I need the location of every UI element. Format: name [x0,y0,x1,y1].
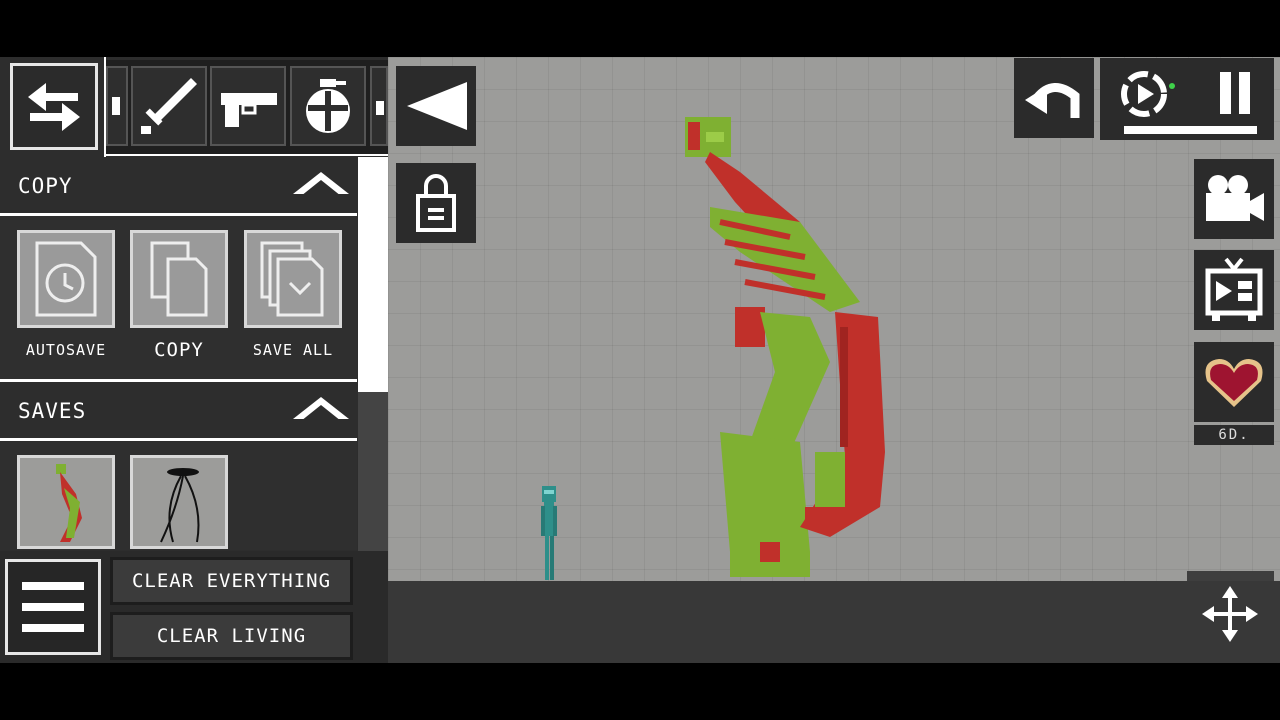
camera-button[interactable] [1194,159,1274,239]
ground [388,581,1280,663]
scrollbar-thumb[interactable] [358,157,388,392]
health-button[interactable] [1194,342,1274,422]
menu-button[interactable] [5,559,101,655]
tv-button[interactable] [1194,250,1274,330]
copy-label: COPY [154,339,204,361]
sword-icon [141,78,197,134]
collapse-panel-button[interactable] [396,66,476,146]
chevron-up-icon[interactable] [293,397,349,421]
stacked-download-icon [260,241,324,317]
saves-section-header[interactable]: SAVES [0,385,357,441]
category-partial-right[interactable] [370,66,388,146]
android-character[interactable] [538,486,560,582]
menu-icon [22,582,84,590]
autosave-label: AUTOSAVE [25,341,107,359]
grenade-icon [306,79,350,133]
partial-item-icon [376,101,384,115]
autosave-tile[interactable] [17,230,115,328]
save-all-label: SAVE ALL [252,341,334,359]
save-all-tile[interactable] [244,230,342,328]
pause-icon [1220,72,1250,114]
letterbox-bottom [0,663,1280,720]
saves-section-title: SAVES [18,399,87,423]
giant-creature[interactable] [680,112,900,587]
lock-button[interactable] [396,163,476,243]
category-explosives[interactable] [290,66,366,146]
triangle-left-icon [407,82,467,130]
pause-button[interactable] [1212,66,1258,118]
slow-motion-button[interactable] [1116,66,1176,122]
video-camera-icon [1206,175,1264,221]
pistol-icon [221,93,277,127]
partial-item-icon [112,97,120,115]
undo-button[interactable] [1014,58,1094,138]
save-item-creature[interactable] [17,455,115,549]
letterbox-top [0,0,1280,57]
category-firearms[interactable] [210,66,286,146]
copy-pages-icon [150,241,208,317]
health-label: 6D. [1194,425,1274,445]
menu-icon-line [22,624,84,632]
clock-file-icon [35,241,97,317]
copy-tile[interactable] [130,230,228,328]
creature-thumbnail [56,464,82,542]
copy-section-header[interactable]: COPY [0,160,357,216]
heart-icon [1205,359,1263,407]
ground-ledge [1187,571,1274,581]
chevron-up-icon[interactable] [293,172,349,196]
save-item-tripod[interactable] [130,455,228,549]
time-scale-meter[interactable] [1124,126,1257,134]
swap-button[interactable] [10,63,98,150]
undo-arrow-icon [1025,83,1080,118]
move-button[interactable] [1200,584,1260,644]
category-melee[interactable] [131,66,207,146]
copy-section-title: COPY [18,174,73,198]
slow-motion-icon [1121,71,1175,117]
clear-living-button[interactable]: CLEAR LIVING [110,612,353,660]
move-arrows-icon [1202,586,1258,642]
category-partial-left[interactable] [106,66,128,146]
swap-arrows-icon [28,82,80,131]
tripod-thumbnail [160,468,200,543]
menu-icon-line [22,603,84,611]
tv-icon [1205,257,1263,321]
clear-everything-button[interactable]: CLEAR EVERYTHING [110,557,353,605]
lock-icon [416,174,456,232]
